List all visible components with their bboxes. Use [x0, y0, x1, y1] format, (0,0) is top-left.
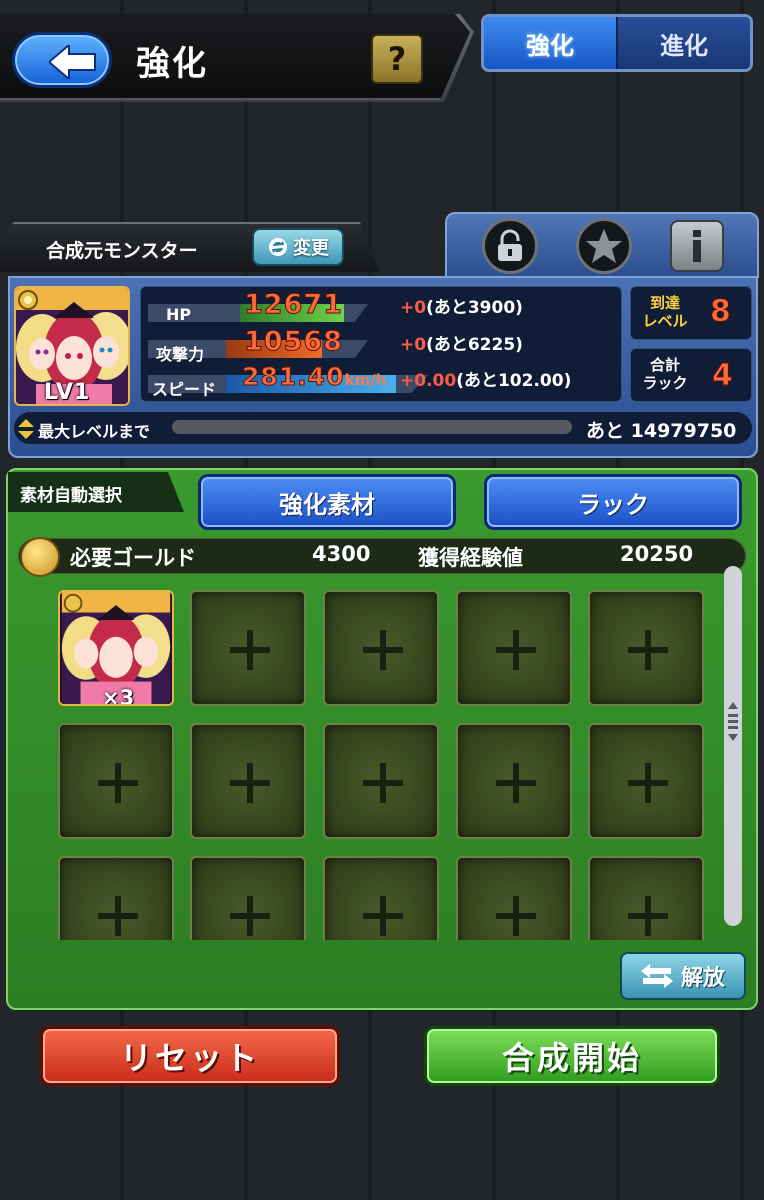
mode-tabs: 強化 進化	[481, 14, 753, 72]
tab-evolve[interactable]: 進化	[616, 17, 750, 69]
material-slot-empty[interactable]	[456, 723, 572, 839]
speed-value: 281.40	[241, 362, 345, 392]
max-level-remain-value: 14979750	[630, 420, 737, 442]
back-arrow-icon	[49, 45, 96, 79]
attack-remain: (あと6225)	[426, 335, 523, 355]
help-button[interactable]: ?	[371, 34, 423, 84]
auto-select-label: 素材自動選択	[20, 486, 122, 506]
plus-icon	[628, 763, 668, 803]
scroll-grip-icon[interactable]	[727, 700, 739, 744]
hp-plus-group: +0(あと3900)	[400, 293, 523, 318]
material-slot-filled[interactable]: ×3	[58, 590, 174, 706]
updown-icon	[18, 419, 34, 439]
total-luck-label-line1: 合計	[649, 356, 680, 374]
grid-scrollbar[interactable]	[724, 566, 742, 926]
material-slot-empty[interactable]	[190, 590, 306, 706]
max-level-remaining: あと 14979750	[586, 416, 736, 443]
release-label: 解放	[680, 966, 725, 991]
star-icon[interactable]	[576, 218, 632, 274]
hp-plus: +0	[400, 298, 427, 318]
plus-icon	[363, 896, 403, 936]
attack-value: 10568	[244, 326, 343, 358]
plus-icon	[496, 763, 536, 803]
plus-icon	[230, 763, 270, 803]
reach-level-value: 8	[710, 294, 732, 330]
material-slot-empty[interactable]	[456, 856, 572, 940]
tab-enhance[interactable]: 強化	[484, 17, 616, 69]
total-luck-label-line2: ラック	[642, 374, 688, 392]
refresh-icon	[269, 238, 287, 256]
material-slot-empty[interactable]	[58, 723, 174, 839]
enhance-material-button[interactable]: 強化素材	[198, 474, 456, 530]
release-button[interactable]: 解放	[620, 952, 746, 1000]
plus-icon	[628, 896, 668, 936]
attack-plus-group: +0(あと6225)	[400, 330, 523, 355]
plus-icon	[98, 896, 138, 936]
material-count: ×3	[102, 686, 135, 706]
luck-button[interactable]: ラック	[484, 474, 742, 530]
earned-exp-value: 20250	[620, 542, 694, 566]
material-slot-empty[interactable]	[323, 590, 439, 706]
plus-icon	[363, 630, 403, 670]
speed-unit: km/h	[344, 371, 387, 389]
reset-button[interactable]: リセット	[40, 1026, 340, 1086]
hp-value: 12671	[244, 289, 343, 321]
speed-label: スピード	[152, 380, 217, 399]
speed-plus: +0.00	[400, 371, 457, 391]
start-fusion-button[interactable]: 合成開始	[424, 1026, 720, 1086]
gold-coin-icon	[20, 537, 60, 577]
plus-icon	[98, 763, 138, 803]
plus-icon	[496, 630, 536, 670]
required-gold-label: 必要ゴールド	[70, 546, 196, 570]
hp-remain: (あと3900)	[426, 298, 523, 318]
swap-arrows-icon	[640, 964, 673, 988]
max-level-progress	[172, 420, 572, 434]
speed-value-group: 281.40km/h	[241, 362, 387, 392]
reach-level-label-line1: 到達	[649, 294, 680, 312]
plus-icon	[628, 630, 668, 670]
plus-icon	[496, 896, 536, 936]
monster-level: LV1	[44, 380, 91, 405]
material-slot-empty[interactable]	[58, 856, 174, 940]
speed-plus-group: +0.00(あと102.00)	[400, 366, 571, 391]
max-level-remain-label: あと	[586, 420, 625, 442]
plus-icon	[230, 896, 270, 936]
plus-icon	[363, 763, 403, 803]
total-luck-value: 4	[712, 358, 734, 394]
max-level-label: 最大レベルまで	[38, 422, 151, 441]
material-slot-empty[interactable]	[190, 723, 306, 839]
attack-plus: +0	[400, 335, 427, 355]
attack-label: 攻撃力	[156, 345, 205, 364]
material-slot-empty[interactable]	[588, 723, 704, 839]
material-grid: ×3	[18, 578, 722, 940]
required-gold-value: 4300	[312, 542, 371, 566]
earned-exp-label: 獲得経験値	[418, 546, 523, 570]
change-button[interactable]: 変更	[252, 228, 344, 266]
speed-remain: (あと102.00)	[456, 371, 572, 391]
change-label: 変更	[293, 238, 329, 259]
plus-icon	[230, 630, 270, 670]
reach-level-label: 到達 レベル	[634, 294, 696, 330]
material-slot-empty[interactable]	[456, 590, 572, 706]
material-slot-empty[interactable]	[588, 856, 704, 940]
back-button[interactable]	[12, 32, 112, 88]
total-luck-label: 合計 ラック	[634, 356, 696, 392]
enhance-screen: 強化 ? 強化 進化 合成元モンスター 変更 LV1 HP 12671 +0(あ…	[0, 0, 764, 1200]
material-slot-empty[interactable]	[323, 856, 439, 940]
material-slot-empty[interactable]	[588, 590, 704, 706]
base-monster-label: 合成元モンスター	[46, 240, 198, 262]
lock-icon[interactable]	[482, 218, 538, 274]
page-title: 強化	[136, 44, 208, 84]
info-icon[interactable]	[670, 220, 724, 272]
material-slot-empty[interactable]	[190, 856, 306, 940]
reach-level-label-line2: レベル	[642, 312, 688, 330]
hp-label: HP	[166, 305, 192, 324]
material-slot-empty[interactable]	[323, 723, 439, 839]
